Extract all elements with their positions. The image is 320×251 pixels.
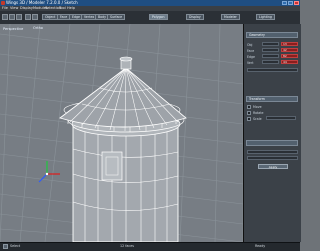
rotate-label: Rotate (253, 111, 264, 115)
display-field-2[interactable] (247, 156, 298, 160)
field-vert-2[interactable]: 44 (281, 60, 298, 64)
redo-icon[interactable] (32, 14, 38, 20)
tool-bar: Object Face Edge Vertex Body Surface Pol… (0, 11, 300, 25)
field-label-face: Face (247, 49, 255, 53)
field-edge-2[interactable]: 82 (281, 54, 298, 58)
new-icon[interactable] (2, 14, 8, 20)
geometry-header[interactable]: Geometry (246, 32, 298, 38)
status-left: Select (10, 244, 21, 248)
minimize-button[interactable] (282, 1, 287, 5)
display-field-1[interactable] (247, 150, 298, 154)
status-field[interactable] (247, 68, 298, 72)
tab-polygon[interactable]: Polygon (149, 14, 168, 20)
close-button[interactable] (294, 1, 299, 5)
save-icon[interactable] (16, 14, 22, 20)
undo-icon[interactable] (25, 14, 31, 20)
field-obj-2[interactable]: 13 (281, 42, 298, 46)
rotate-checkbox[interactable] (247, 111, 251, 115)
maximize-button[interactable] (288, 1, 293, 5)
scale-label: Scale (253, 117, 262, 121)
apply-button[interactable]: Apply (258, 164, 288, 169)
tab-object[interactable]: Object (42, 14, 59, 20)
field-label-vert: Vert (247, 61, 254, 65)
axis-gizmo[interactable] (38, 161, 60, 183)
field-obj-1[interactable] (262, 42, 279, 46)
tower-model[interactable] (59, 56, 187, 242)
select-icon[interactable] (3, 244, 8, 249)
properties-panel: Geometry Obj 13 Face 42 Edge 82 Vert 44 … (243, 24, 301, 242)
viewport-label: Perspective (3, 27, 24, 31)
field-vert-1[interactable] (262, 60, 279, 64)
viewport-camera: Ortho (33, 26, 43, 30)
status-right: Ready (255, 244, 266, 248)
3d-viewport[interactable]: Perspective Ortho (0, 24, 243, 242)
tab-display[interactable]: Display (186, 14, 204, 20)
display-header[interactable] (246, 140, 298, 146)
field-face-2[interactable]: 42 (281, 48, 298, 52)
transform-header[interactable]: Transform (246, 96, 298, 102)
tab-modeler[interactable]: Modeler (221, 14, 240, 20)
tab-lighting[interactable]: Lighting (256, 14, 275, 20)
viewport-scene (0, 24, 243, 242)
app-icon (1, 1, 5, 5)
scale-input[interactable] (266, 116, 296, 120)
move-checkbox[interactable] (247, 105, 251, 109)
tab-surface[interactable]: Surface (107, 14, 126, 20)
field-label-obj: Obj (247, 43, 253, 47)
status-middle: 12 faces (120, 244, 134, 248)
scale-checkbox[interactable] (247, 117, 251, 121)
open-icon[interactable] (9, 14, 15, 20)
field-label-edge: Edge (247, 55, 256, 59)
field-face-1[interactable] (262, 48, 279, 52)
move-label: Move (253, 105, 262, 109)
field-edge-1[interactable] (262, 54, 279, 58)
